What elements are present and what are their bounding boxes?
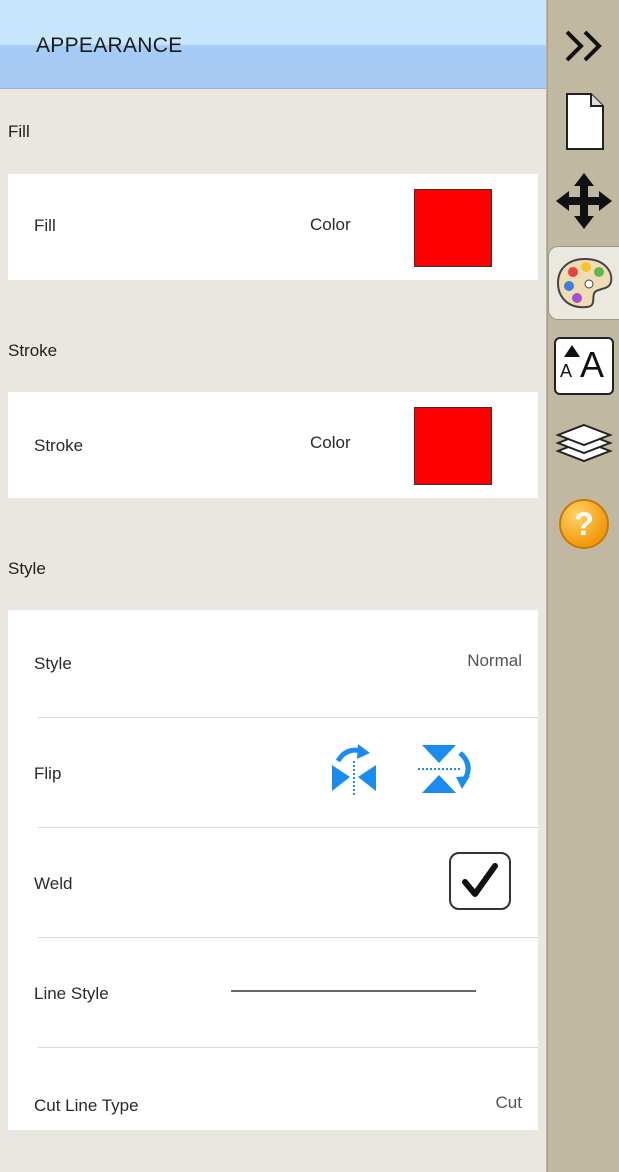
flip-row-label: Flip (34, 764, 62, 783)
move-icon (556, 173, 612, 229)
style-row[interactable]: Style Normal (8, 610, 538, 717)
layers-tool[interactable] (548, 412, 619, 476)
checkmark-icon (462, 863, 498, 897)
section-heading-fill: Fill (8, 122, 30, 141)
collapse-button[interactable] (548, 18, 619, 74)
panel-header: APPEARANCE (0, 0, 546, 89)
line-style-row-label: Line Style (34, 984, 109, 1003)
style-row-value: Normal (467, 651, 522, 670)
section-heading-style: Style (8, 559, 46, 578)
fill-row-label: Fill (34, 216, 56, 235)
fill-color-row[interactable]: Fill Color (8, 174, 538, 280)
weld-row: Weld (8, 828, 538, 937)
text-size-icon: A A (554, 337, 614, 395)
style-options-group: Style Normal Flip Weld Line Style Cut Li… (8, 610, 538, 1130)
large-a-glyph: A (580, 344, 605, 385)
help-tool[interactable]: ? (548, 492, 619, 556)
layers-icon (555, 423, 613, 463)
stroke-color-swatch[interactable] (414, 407, 492, 485)
section-heading-stroke: Stroke (8, 341, 58, 360)
collapse-icon (565, 30, 602, 62)
stroke-color-row[interactable]: Stroke Color (8, 392, 538, 498)
stroke-color-label: Color (310, 433, 351, 452)
text-tool[interactable]: A A (548, 334, 619, 398)
flip-horizontal-icon[interactable] (328, 743, 380, 797)
appearance-tool[interactable] (548, 246, 619, 320)
weld-checkbox[interactable] (449, 852, 511, 910)
help-icon: ? (559, 499, 609, 549)
document-icon (566, 93, 604, 150)
style-row-label: Style (34, 654, 72, 673)
cut-line-type-label: Cut Line Type (34, 1096, 139, 1115)
stroke-row-label: Stroke (34, 436, 84, 455)
small-a-glyph: A (560, 361, 573, 381)
side-toolbar: A A ? (547, 0, 619, 1172)
fill-color-label: Color (310, 215, 351, 234)
cut-line-type-row[interactable]: Cut Line Type Cut (8, 1048, 538, 1130)
flip-row: Flip (8, 718, 538, 827)
cut-line-type-value: Cut (495, 1093, 522, 1112)
appearance-panel: APPEARANCE Fill Fill Color Stroke Stroke… (0, 0, 547, 1172)
small-a-triangle (564, 345, 580, 357)
document-tool[interactable] (548, 90, 619, 154)
move-tool[interactable] (548, 166, 619, 236)
flip-vertical-icon[interactable] (418, 743, 476, 797)
line-style-row[interactable]: Line Style (8, 938, 538, 1047)
panel-title: APPEARANCE (36, 34, 183, 57)
fill-color-swatch[interactable] (414, 189, 492, 267)
palette-icon (556, 257, 613, 309)
weld-row-label: Weld (34, 874, 73, 893)
line-style-preview (231, 990, 476, 992)
